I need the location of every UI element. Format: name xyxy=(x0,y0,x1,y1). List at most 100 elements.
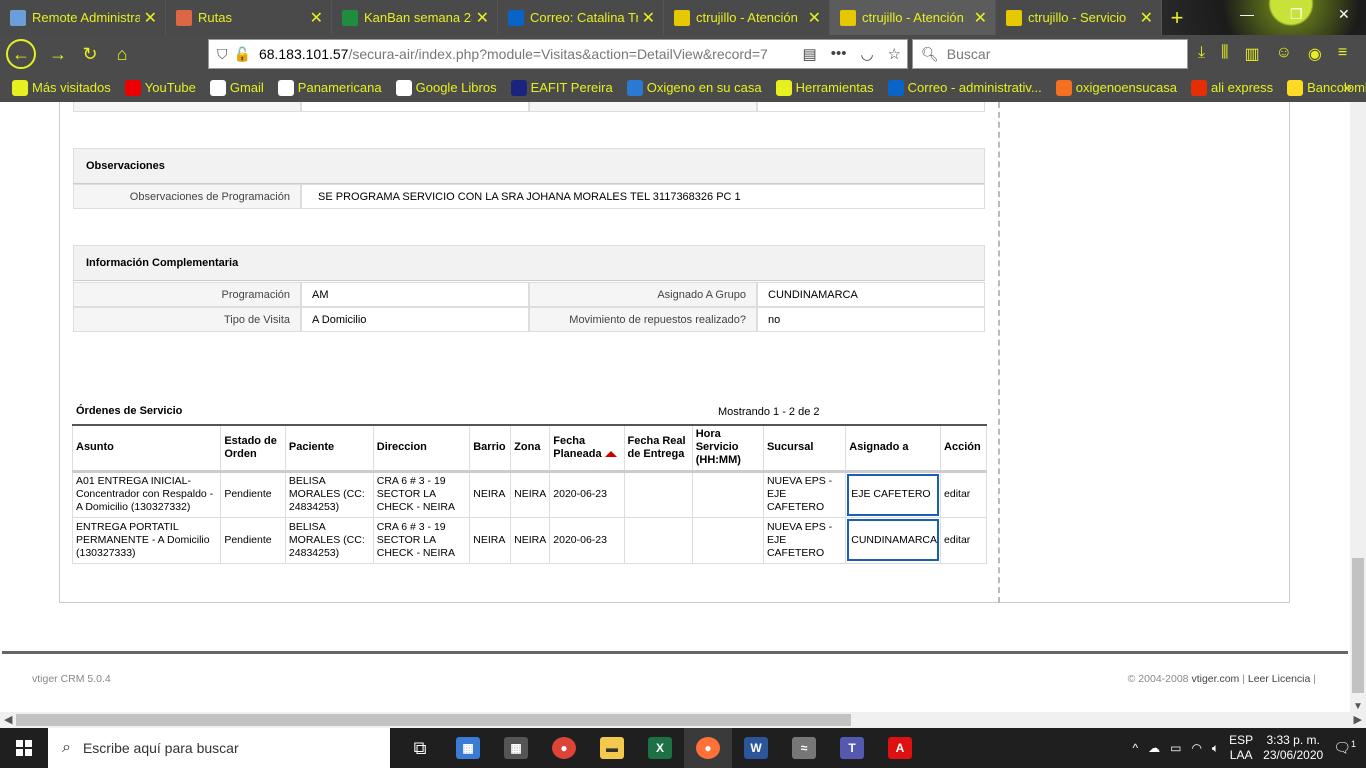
download-icon[interactable]: ⤓ xyxy=(1198,44,1205,64)
restore-icon[interactable]: ❐ xyxy=(1290,6,1303,23)
col-sucursal[interactable]: Sucursal xyxy=(762,424,847,473)
tab-label: Rutas xyxy=(198,10,232,25)
table-cell: CUNDINAMARCA xyxy=(845,516,942,564)
chrome-icon[interactable]: ● xyxy=(540,728,588,768)
acrobat-icon[interactable]: A xyxy=(876,728,924,768)
bookmark-item[interactable]: Herramientas xyxy=(775,79,874,96)
edit-link[interactable]: editar xyxy=(944,534,970,546)
bookmark-star-icon[interactable]: ☆ xyxy=(888,45,901,63)
edit-link[interactable]: editar xyxy=(944,488,970,500)
browser-tab[interactable]: Remote Administra ✕ xyxy=(0,0,166,35)
wifi-icon[interactable]: ◠ xyxy=(1191,741,1201,755)
reader-view-icon[interactable]: ▤ xyxy=(803,45,817,63)
calculator-icon[interactable]: ▦ xyxy=(492,728,540,768)
bookmark-item[interactable]: Más visitados xyxy=(12,79,111,96)
news-app-icon[interactable]: ▦ xyxy=(444,728,492,768)
table-cell[interactable]: ENTREGA PORTATIL PERMANENTE - A Domicili… xyxy=(71,516,222,564)
browser-tab[interactable]: KanBan semana 23 ✕ xyxy=(332,0,498,35)
assigned-to-field[interactable]: CUNDINAMARCA xyxy=(847,519,940,561)
vtiger-link[interactable]: vtiger.com xyxy=(1191,673,1239,685)
field-label: Programación xyxy=(73,282,301,307)
taskbar-search[interactable]: ⌕ Escribe aquí para buscar xyxy=(48,728,390,768)
col-paciente[interactable]: Paciente xyxy=(284,424,374,473)
bookmarks-overflow-icon[interactable]: » xyxy=(1343,79,1352,97)
browser-tab[interactable]: ctrujillo - Atención ✕ xyxy=(664,0,830,35)
account-icon[interactable]: ☺ xyxy=(1276,44,1292,64)
volume-icon[interactable]: 🔈︎ xyxy=(1212,741,1219,756)
battery-icon[interactable]: ▭ xyxy=(1170,741,1181,755)
assigned-to-field[interactable]: EJE CAFETERO xyxy=(847,473,940,516)
file-explorer-icon[interactable]: ▬ xyxy=(588,728,636,768)
bookmark-item[interactable]: YouTube xyxy=(124,79,196,96)
close-tab-icon[interactable]: ✕ xyxy=(310,8,323,28)
col-direccion[interactable]: Direccion xyxy=(372,424,471,473)
col-barrio[interactable]: Barrio xyxy=(469,424,512,473)
vertical-scrollbar[interactable]: ▼ xyxy=(1350,102,1366,712)
onedrive-icon[interactable]: ☁ xyxy=(1148,741,1160,755)
extension-icon[interactable]: ◉ xyxy=(1308,44,1322,64)
teams-icon[interactable]: T xyxy=(828,728,876,768)
close-tab-icon[interactable]: ✕ xyxy=(1140,8,1153,28)
col-asignado[interactable]: Asignado a xyxy=(845,424,942,473)
sidebar-icon[interactable]: ▥ xyxy=(1244,44,1259,64)
bookmark-item[interactable]: Gmail xyxy=(209,79,264,96)
notification-icon[interactable]: 🗨︎1 xyxy=(1333,739,1356,757)
language-indicator[interactable]: ESP LAA xyxy=(1229,733,1253,763)
clock[interactable]: 3:33 p. m. 23/06/2020 xyxy=(1263,733,1323,763)
start-button[interactable] xyxy=(0,728,48,768)
scroll-left-icon[interactable]: ◀ xyxy=(4,713,12,726)
license-link[interactable]: Leer Licencia xyxy=(1248,673,1310,685)
browser-tab[interactable]: Correo: Catalina Tru ✕ xyxy=(498,0,664,35)
back-button[interactable]: ← xyxy=(6,39,36,69)
excel-icon[interactable]: X xyxy=(636,728,684,768)
close-tab-icon[interactable]: ✕ xyxy=(476,8,489,28)
browser-tab[interactable]: ctrujillo - Atención ✕ xyxy=(830,0,996,35)
url-bar[interactable]: ⛉ 🔓 68.183.101.57 /secura-air/index.php?… xyxy=(208,39,908,69)
new-tab-button[interactable]: + xyxy=(1162,0,1192,35)
col-fecha-planeada[interactable]: Fecha Planeada xyxy=(549,424,625,473)
table-cell: NEIRA xyxy=(469,516,512,564)
browser-tab[interactable]: Rutas ✕ xyxy=(166,0,332,35)
scroll-right-icon[interactable]: ▶ xyxy=(1354,713,1362,726)
bookmark-item[interactable]: EAFIT Pereira xyxy=(510,79,613,96)
library-icon[interactable]: ⫼ xyxy=(1221,44,1228,64)
search-input[interactable]: 🔍︎ Buscar xyxy=(912,39,1188,69)
bookmark-item[interactable]: Oxigeno en su casa xyxy=(626,79,762,96)
word-icon[interactable]: W xyxy=(732,728,780,768)
bookmark-item[interactable]: Bancolombia xyxy=(1287,79,1366,96)
home-button[interactable]: ⌂ xyxy=(106,38,138,70)
more-actions-icon[interactable]: ••• xyxy=(831,45,847,63)
col-hora-servicio[interactable]: Hora Servicio (HH:MM) xyxy=(691,424,764,473)
col-estado[interactable]: Estado de Orden xyxy=(220,424,286,473)
browser-tab[interactable]: ctrujillo - Servicio ✕ xyxy=(996,0,1162,35)
bookmark-item[interactable]: oxigenoensucasa xyxy=(1055,79,1177,96)
close-tab-icon[interactable]: ✕ xyxy=(144,8,157,28)
close-tab-icon[interactable]: ✕ xyxy=(642,8,655,28)
menu-icon[interactable]: ≡ xyxy=(1338,44,1347,64)
col-asunto[interactable]: Asunto xyxy=(71,424,222,473)
scroll-down-icon[interactable]: ▼ xyxy=(1353,701,1363,712)
close-tab-icon[interactable]: ✕ xyxy=(808,8,821,28)
bookmark-item[interactable]: Panamericana xyxy=(277,79,382,96)
bookmark-item[interactable]: Google Libros xyxy=(395,79,497,96)
vertical-scroll-thumb[interactable] xyxy=(1352,558,1364,693)
sort-asc-icon xyxy=(604,450,617,457)
minimize-icon[interactable]: — xyxy=(1240,6,1254,22)
reload-button[interactable]: ↻ xyxy=(74,38,106,70)
bookmark-item[interactable]: ali express xyxy=(1190,79,1273,96)
col-fecha-real[interactable]: Fecha Real de Entrega xyxy=(623,424,693,473)
remote-desktop-icon[interactable]: ≈ xyxy=(780,728,828,768)
col-zona[interactable]: Zona xyxy=(510,424,551,473)
horizontal-scroll-thumb[interactable] xyxy=(16,714,851,726)
pocket-icon[interactable]: ◡ xyxy=(860,45,873,63)
horizontal-scrollbar[interactable]: ◀ ▶ xyxy=(0,712,1366,728)
table-cell[interactable]: A01 ENTREGA INICIAL- Concentrador con Re… xyxy=(71,470,222,518)
bookmark-item[interactable]: Correo - administrativ... xyxy=(887,79,1042,96)
table-cell: NEIRA xyxy=(510,516,551,564)
close-tab-icon[interactable]: ✕ xyxy=(974,8,987,28)
forward-button[interactable]: → xyxy=(42,38,74,70)
close-window-icon[interactable]: ✕ xyxy=(1338,6,1350,23)
firefox-icon[interactable]: ● xyxy=(684,728,732,768)
chevron-up-icon[interactable]: ^ xyxy=(1132,741,1138,755)
task-view-icon[interactable]: ⧉ xyxy=(396,728,444,768)
